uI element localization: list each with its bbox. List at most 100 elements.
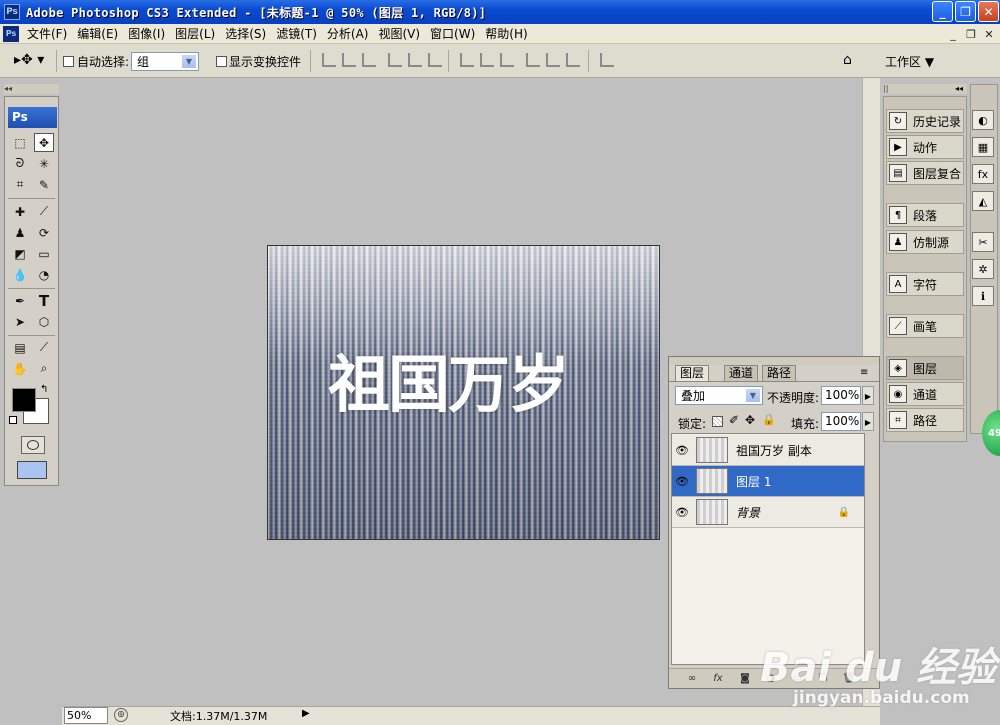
foreground-color-swatch[interactable] (12, 388, 36, 412)
fill-input[interactable]: 100% (821, 412, 861, 431)
menu-analysis[interactable]: 分析(A) (327, 25, 369, 42)
menu-image[interactable]: 图像(I) (128, 25, 165, 42)
layer-row-layer1[interactable]: 👁 图层 1 (672, 466, 864, 497)
layers-panel-grip[interactable] (669, 357, 879, 365)
dock-item-paths[interactable]: ⌗ 路径 (886, 408, 964, 432)
dock-item-actions[interactable]: ▶ 动作 (886, 135, 964, 159)
zoom-tool-icon[interactable]: ⌕ (34, 359, 54, 378)
healing-brush-tool-icon[interactable]: ✚ (10, 202, 30, 221)
minimize-button[interactable]: _ (932, 1, 953, 22)
navigator-icon[interactable]: ◐ (972, 110, 994, 130)
toolbox-collapse-handle[interactable]: ◂◂ (4, 84, 59, 94)
layer-row-text-copy[interactable]: 👁 祖国万岁 副本 (672, 435, 864, 466)
doc-close-button[interactable]: ✕ (982, 27, 996, 41)
menu-view[interactable]: 视图(V) (378, 25, 420, 42)
doc-restore-button[interactable]: ❐ (964, 27, 978, 41)
auto-select-checkbox[interactable] (63, 56, 74, 67)
lock-transparency-icon[interactable] (712, 416, 723, 427)
path-selection-tool-icon[interactable]: ➤ (10, 312, 30, 331)
dock-item-layer-comps[interactable]: ▤ 图层复合 (886, 161, 964, 185)
panel-menu-icon[interactable]: ≡ (860, 367, 868, 378)
lock-pixels-icon[interactable]: ✐ (729, 413, 739, 427)
status-options-icon[interactable]: ◎ (114, 708, 128, 722)
shape-tool-icon[interactable]: ⬡ (34, 312, 54, 331)
dodge-tool-icon[interactable]: ◔ (34, 265, 54, 284)
auto-align-icon[interactable] (600, 53, 614, 67)
opacity-slider-arrow-icon[interactable]: ▶ (862, 386, 874, 405)
layer-style-icon[interactable]: fx (710, 671, 726, 685)
eye-icon[interactable]: 👁 (672, 444, 692, 457)
dock-collapse-icon[interactable]: ◂◂ (955, 84, 963, 93)
layer-mask-icon[interactable]: ◙ (737, 671, 753, 685)
brush-tool-icon[interactable]: ⟋ (34, 202, 54, 221)
lock-all-icon[interactable]: 🔒 (762, 413, 776, 426)
eye-icon[interactable]: 👁 (672, 475, 692, 488)
layer-row-background[interactable]: 👁 背景 🔒 (672, 497, 864, 528)
eyedropper-tool-icon[interactable]: ⟋ (34, 338, 54, 357)
restore-button[interactable]: ❐ (955, 1, 976, 22)
crop-tool-icon[interactable]: ⌗ (10, 175, 30, 194)
move-tool-icon[interactable]: ✥ (34, 133, 54, 152)
dock-item-paragraph[interactable]: ¶ 段落 (886, 203, 964, 227)
link-layers-icon[interactable]: ∞ (684, 671, 700, 685)
distribute-top-icon[interactable] (460, 53, 474, 67)
menu-edit[interactable]: 编辑(E) (77, 25, 118, 42)
distribute-vcenter-icon[interactable] (480, 53, 494, 67)
bridge-icon[interactable]: ⌂ (843, 52, 865, 70)
swatches-icon[interactable]: ▦ (972, 137, 994, 157)
screen-mode-icon[interactable] (17, 461, 47, 479)
menu-select[interactable]: 选择(S) (225, 25, 266, 42)
fill-slider-arrow-icon[interactable]: ▶ (862, 412, 874, 431)
distribute-bottom-icon[interactable] (500, 53, 514, 67)
tab-layers[interactable]: 图层 (675, 365, 710, 381)
dock-item-character[interactable]: A 字符 (886, 272, 964, 296)
animation-icon[interactable]: ✲ (972, 259, 994, 279)
gradient-tool-icon[interactable]: ▭ (34, 244, 54, 263)
lock-position-icon[interactable]: ✥ (745, 413, 755, 427)
eye-icon[interactable]: 👁 (672, 506, 692, 519)
eraser-tool-icon[interactable]: ◩ (10, 244, 30, 263)
zoom-field[interactable]: 50% (64, 707, 108, 724)
blur-tool-icon[interactable]: 💧 (10, 265, 30, 284)
info-icon[interactable]: ℹ (972, 286, 994, 306)
distribute-left-icon[interactable] (526, 53, 540, 67)
type-tool-icon[interactable]: T (34, 291, 54, 310)
tab-paths[interactable]: 路径 (762, 365, 797, 381)
dock-item-layers[interactable]: ◈ 图层 (886, 356, 964, 380)
dock-item-clone-source[interactable]: ♟ 仿制源 (886, 230, 964, 254)
lasso-tool-icon[interactable]: ᘐ (10, 154, 30, 173)
tab-channels[interactable]: 通道 (724, 365, 759, 381)
slice-tool-icon[interactable]: ✎ (34, 175, 54, 194)
clone-stamp-tool-icon[interactable]: ♟ (10, 223, 30, 242)
workspace-button[interactable]: 工作区 ▼ (885, 53, 934, 70)
auto-select-dropdown[interactable]: 组 ▼ (131, 52, 199, 71)
quick-mask-icon[interactable] (21, 436, 45, 454)
history-brush-tool-icon[interactable]: ⟳ (34, 223, 54, 242)
notes-tool-icon[interactable]: ▤ (10, 338, 30, 357)
hand-tool-icon[interactable]: ✋ (10, 359, 30, 378)
align-bottom-icon[interactable] (362, 53, 376, 67)
opacity-input[interactable]: 100% (821, 386, 861, 405)
status-menu-arrow-icon[interactable]: ▶ (302, 708, 310, 719)
document-icon[interactable]: Ps (3, 25, 19, 42)
pen-tool-icon[interactable]: ✒ (10, 291, 30, 310)
document-canvas[interactable]: 祖国万岁 (267, 245, 660, 540)
show-transform-checkbox[interactable] (216, 56, 227, 67)
styles-icon[interactable]: fx (972, 164, 994, 184)
dock-item-history[interactable]: ↻ 历史记录 (886, 109, 964, 133)
align-left-icon[interactable] (388, 53, 402, 67)
menu-help[interactable]: 帮助(H) (485, 25, 527, 42)
dock-item-channels[interactable]: ◉ 通道 (886, 382, 964, 406)
doc-minimize-button[interactable]: _ (946, 27, 960, 41)
align-vcenter-icon[interactable] (342, 53, 356, 67)
blend-mode-dropdown[interactable]: 叠加 ▼ (675, 386, 763, 405)
menu-layer[interactable]: 图层(L) (175, 25, 215, 42)
dock-item-brushes[interactable]: ⟋ 画笔 (886, 314, 964, 338)
move-tool-preset-icon[interactable]: ▸✥ ▾ (14, 52, 44, 68)
default-colors-icon[interactable] (9, 416, 17, 424)
magic-wand-tool-icon[interactable]: ✳ (34, 154, 54, 173)
swap-colors-icon[interactable]: ↰ (40, 384, 48, 395)
tool-presets-icon[interactable]: ✂ (972, 232, 994, 252)
menu-window[interactable]: 窗口(W) (430, 25, 475, 42)
histogram-icon[interactable]: ◭ (972, 191, 994, 211)
